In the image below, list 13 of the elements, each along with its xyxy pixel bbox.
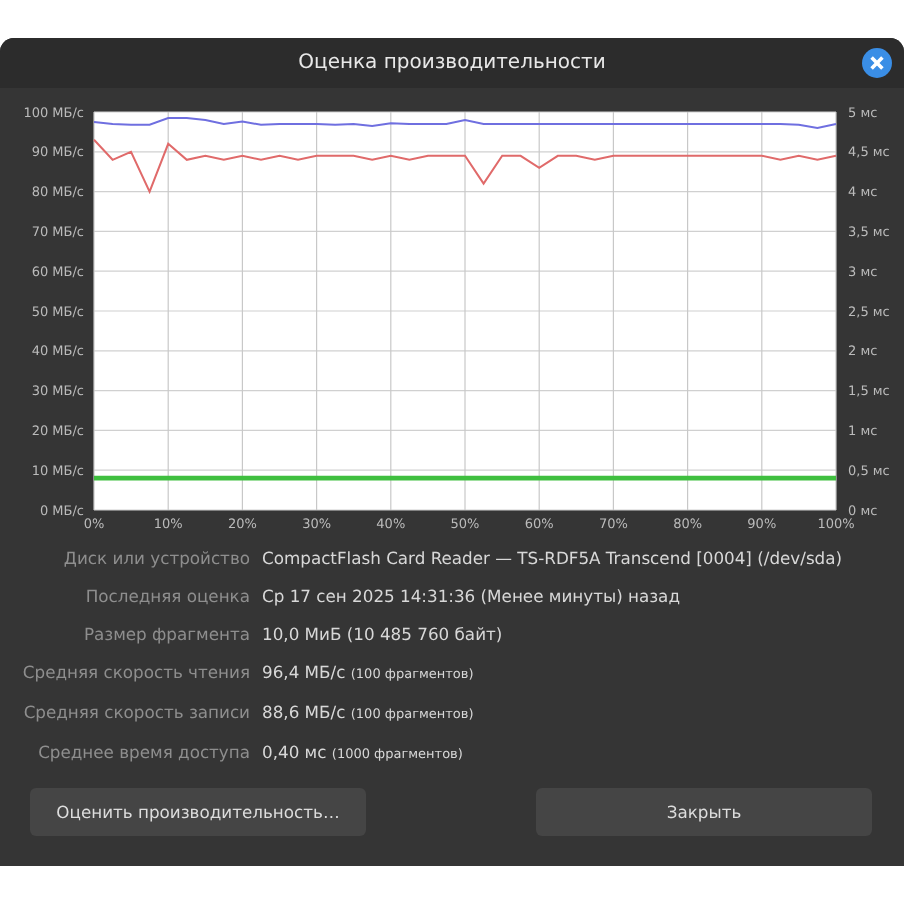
close-button[interactable]: Закрыть (536, 788, 872, 836)
window-title: Оценка производительности (298, 52, 606, 74)
field-value: 10,0 МиБ (10 485 760 байт) (262, 622, 505, 648)
field-value: Ср 17 сен 2025 14:31:36 (Менее минуты) назад (262, 584, 682, 610)
benchmark-button[interactable]: Оценить производительность… (30, 788, 366, 836)
field-label: Средняя скорость записи (21, 700, 250, 726)
field-label: Средняя скорость чтения (20, 660, 250, 686)
field-label: Диск или устройство (61, 546, 250, 572)
field-value: CompactFlash Card Reader — TS-RDF5A Transcend [0004] (/dev/sda) (262, 546, 845, 572)
field-label: Последняя оценка (83, 584, 250, 610)
field-label: Среднее время доступа (36, 740, 250, 766)
close-icon[interactable] (862, 48, 892, 78)
field-label: Размер фрагмента (81, 622, 250, 648)
